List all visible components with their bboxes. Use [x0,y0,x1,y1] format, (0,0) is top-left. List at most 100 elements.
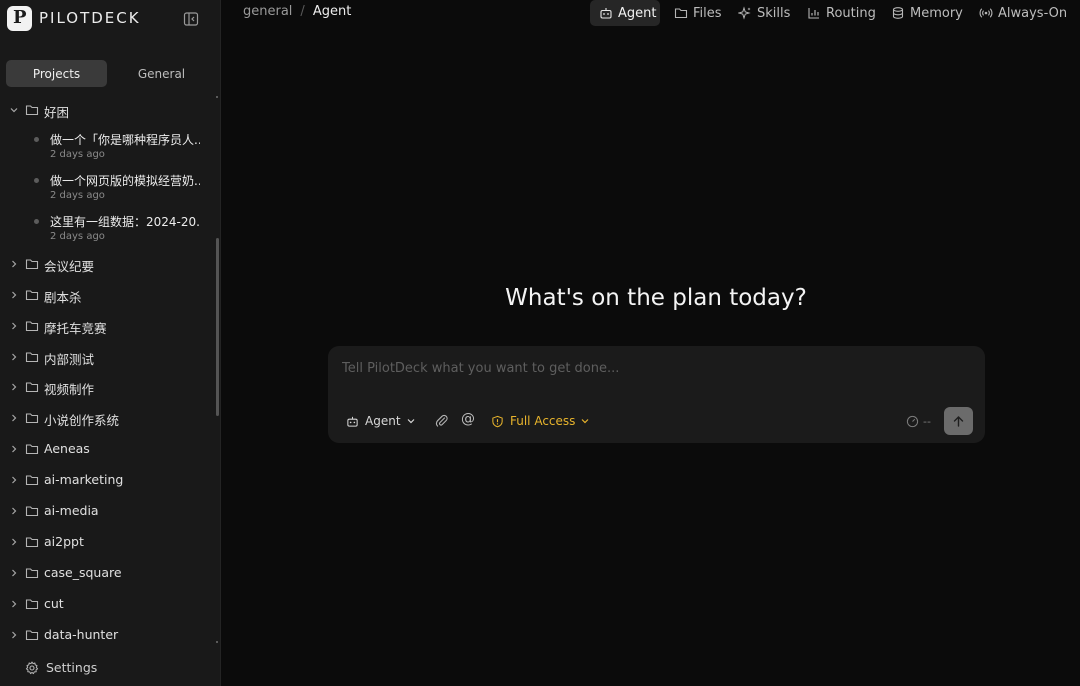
folder-icon [25,506,39,517]
folder-label: 内部测试 [44,352,95,367]
folder-item[interactable]: 视频制作 [0,373,210,401]
folder-label: ai-marketing [44,472,124,487]
session-title: 做一个网页版的模拟经营奶... [50,174,200,188]
paperclip-icon[interactable] [434,413,449,428]
nav-always-on[interactable]: Always-On [979,0,1067,26]
folder-item[interactable]: data-hunter [0,621,210,644]
scrollbar-arrow-down[interactable] [216,641,218,643]
broadcast-icon [979,8,993,18]
session-title: 做一个「你是哪种程序员人... [50,133,200,147]
folder-item[interactable]: ai2ppt [0,528,210,556]
folder-icon [25,537,39,548]
folder-item[interactable]: 会议纪要 [0,250,210,278]
folder-item[interactable]: cut [0,590,210,618]
folder-item[interactable]: Aeneas [0,435,210,463]
folder-icon [25,290,39,301]
chevron-right-icon [12,476,17,484]
settings-label: Settings [46,660,98,675]
folder-label: ai-media [44,503,99,518]
session-time: 2 days ago [50,231,105,242]
breadcrumb-current: Agent [312,4,352,19]
chevron-down-icon [10,108,18,113]
sidebar-tabs: Projects General [6,60,212,88]
folder-label: case_square [44,565,122,580]
folder-label: 视频制作 [44,382,95,397]
session-item[interactable]: 做一个网页版的模拟经营奶... 2 days ago [0,169,210,207]
session-item[interactable]: 这里有一组数据：2024-20... 2 days ago [0,210,210,248]
folder-label: 好困 [44,105,70,120]
session-item[interactable]: 做一个「你是哪种程序员人... 2 days ago [0,128,210,166]
folder-item-expanded[interactable]: 好困 [0,96,210,124]
chevron-right-icon [12,507,17,515]
folder-item[interactable]: 小说创作系统 [0,404,210,432]
access-selector[interactable]: Full Access [491,413,590,429]
mode-label: Agent [365,414,401,428]
tab-projects[interactable]: Projects [6,60,107,87]
settings-button[interactable]: Settings [0,654,220,682]
folder-item[interactable]: ai-marketing [0,466,210,494]
app-logo: P [7,6,32,31]
nav-memory-label: Memory [910,5,963,21]
gear-icon [25,661,39,675]
folder-icon [25,352,39,363]
folder-label: cut [44,596,64,611]
session-dot-icon [34,178,39,183]
nav-routing[interactable]: Routing [807,0,876,26]
folder-item[interactable]: 内部测试 [0,343,210,371]
session-dot-icon [34,219,39,224]
chevron-right-icon [12,631,17,639]
folder-item[interactable]: 剧本杀 [0,281,210,309]
send-button[interactable] [944,407,973,435]
prompt-input[interactable] [342,361,962,376]
folder-item[interactable]: 摩托车竞赛 [0,312,210,340]
page-headline: What's on the plan today? [505,285,807,311]
folder-item[interactable]: ai-media [0,497,210,525]
bar-chart-icon [808,8,819,19]
nav-memory[interactable]: Memory [891,0,963,26]
nav-skills-label: Skills [757,5,791,21]
sidebar-collapse-icon[interactable] [183,11,199,27]
chevron-right-icon [12,291,17,299]
mention-icon[interactable]: @ [461,412,476,427]
tab-general[interactable]: General [111,60,212,87]
nav-agent[interactable]: Agent [590,0,660,26]
folder-label: ai2ppt [44,534,84,549]
folder-icon [25,105,39,116]
folder-icon [25,599,39,610]
folder-icon [25,321,39,332]
nav-files[interactable]: Files [674,0,722,26]
gauge-icon [906,415,919,427]
nav-agent-label: Agent [618,5,657,21]
folder-label: 小说创作系统 [44,413,120,428]
folder-icon [25,568,39,579]
chevron-down-icon [581,419,589,424]
folder-label: data-hunter [44,627,119,642]
chevron-right-icon [12,445,17,453]
nav-always-on-label: Always-On [998,5,1068,21]
chevron-right-icon [12,383,17,391]
chevron-right-icon [12,414,17,422]
chevron-right-icon [12,322,17,330]
app-name: PILOTDECK [39,9,141,27]
chevron-right-icon [12,260,17,268]
usage-indicator: -- [906,414,931,428]
sidebar-scrollbar-thumb[interactable] [216,238,219,416]
folder-item[interactable]: case_square [0,559,210,587]
app-logo-letter: P [13,7,27,28]
nav-skills[interactable]: Skills [738,0,790,26]
mode-selector[interactable]: Agent [346,413,416,429]
session-time: 2 days ago [50,149,105,160]
project-tree: 好困 做一个「你是哪种程序员人... 2 days ago 做一个网页版的模拟经… [0,96,214,644]
shield-icon [492,415,503,427]
folder-icon [25,444,39,455]
arrow-up-icon [953,415,964,427]
folder-label: 摩托车竞赛 [44,321,107,336]
scrollbar-arrow-up[interactable] [216,96,218,98]
breadcrumb-parent[interactable]: general [243,4,292,19]
nav-files-label: Files [693,5,722,21]
breadcrumb-separator: / [300,4,305,19]
chevron-right-icon [12,353,17,361]
folder-icon [25,259,39,270]
sidebar: P PILOTDECK Projects General 好困 做一个「你是哪种… [0,0,221,686]
folder-label: 剧本杀 [44,290,82,305]
